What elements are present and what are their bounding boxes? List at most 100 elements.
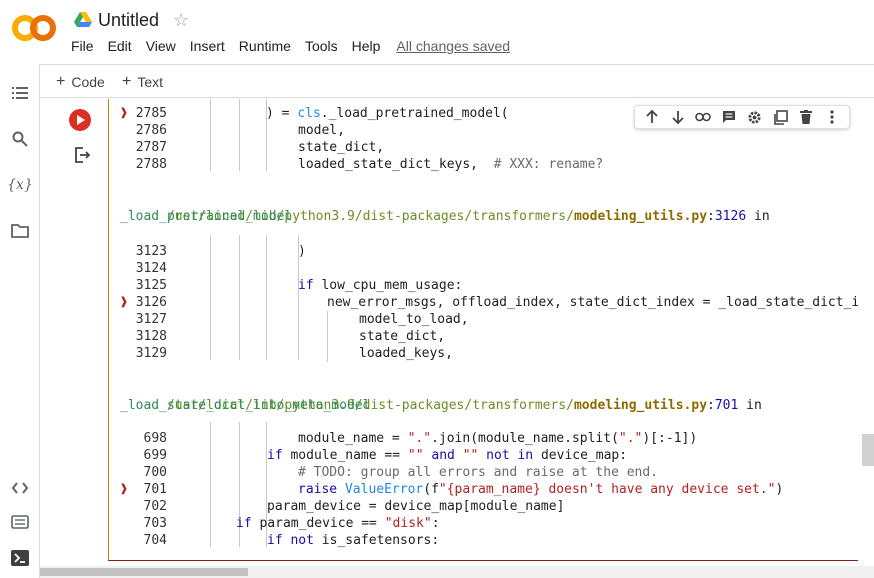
line-number: 2788 (135, 157, 167, 172)
notebook-cell-area: /usr/local/lib/python3.9/dist-packages/t… (40, 99, 874, 569)
link-icon[interactable] (694, 108, 712, 126)
cell-toolbar (634, 105, 850, 129)
line-number: 3125 (135, 278, 167, 293)
code-text: if param_device == "disk": (236, 516, 440, 531)
plus-icon: + (122, 73, 132, 90)
vertical-scrollbar-thumb[interactable] (862, 434, 874, 466)
traceback-code-line: 3125 if low_cpu_mem_usage: (109, 277, 858, 294)
menu-file[interactable]: File (71, 38, 94, 54)
trace-in: in (738, 398, 762, 413)
code-text: new_error_msgs, offload_index, state_dic… (327, 295, 858, 310)
move-down-icon[interactable] (669, 108, 687, 126)
line-number: 2787 (135, 140, 167, 155)
code-text: if module_name == "" and "" not in devic… (267, 448, 628, 463)
add-code-label: Code (71, 74, 105, 90)
traceback-code-line: 704 if not is_safetensors: (109, 532, 858, 549)
trace-func-1: _load_pretrained_model (120, 209, 293, 224)
traceback-code-line: 3127 model_to_load, (109, 311, 858, 328)
menu-insert[interactable]: Insert (190, 38, 225, 54)
code-text: raise ValueError(f"{param_name} doesn't … (298, 482, 784, 497)
line-number: 701 (143, 482, 167, 497)
search-icon[interactable] (10, 129, 30, 149)
traceback-code-line: 700 # TODO: group all errors and raise at… (109, 464, 858, 481)
line-number: 3129 (135, 346, 167, 361)
trace-location-1: /usr/local/lib/python3.9/dist-packages/t… (166, 209, 770, 224)
line-number: 704 (143, 533, 167, 548)
command-palette-icon[interactable] (10, 512, 30, 532)
code-text: model, (298, 123, 345, 138)
menu-edit[interactable]: Edit (108, 38, 132, 54)
variables-icon[interactable]: {x} (7, 175, 33, 195)
code-text: module_name = ".".join(module_name.split… (298, 431, 698, 446)
menu-tools[interactable]: Tools (305, 38, 338, 54)
menu-bar: File Edit View Insert Runtime Tools Help… (71, 38, 510, 54)
code-text: state_dict, (359, 329, 446, 344)
current-line-marker-icon: ❱ (120, 482, 128, 497)
traceback-code-line: 2787 state_dict, (109, 139, 858, 156)
notebook-toolbar: + Code + Text (40, 64, 874, 98)
line-number: 3128 (135, 329, 167, 344)
traceback-current-line: ❱ 701 raise ValueError(f"{param_name} does… (109, 481, 858, 498)
traceback-code-line: 3129 loaded_keys, (109, 345, 858, 362)
move-up-icon[interactable] (643, 108, 661, 126)
traceback-code-line: 698 module_name = ".".join(module_name.sp… (109, 430, 858, 447)
add-code-button[interactable]: + Code (56, 73, 105, 91)
trace-file: modeling_utils.py (573, 209, 708, 224)
current-line-marker-icon: ❱ (120, 295, 128, 310)
trace-func-2: _load_state_dict_into_meta_model (120, 398, 371, 413)
line-number: 703 (143, 516, 167, 531)
menu-runtime[interactable]: Runtime (239, 38, 291, 54)
traceback-code-line: 3123) (109, 243, 858, 260)
line-number: 3124 (135, 261, 167, 276)
code-text: loaded_keys, (359, 346, 453, 361)
trace-file: modeling_utils.py (573, 398, 708, 413)
drive-icon (74, 12, 92, 27)
code-text: # TODO: group all errors and raise at th… (298, 465, 659, 480)
plus-icon: + (56, 73, 66, 90)
settings-icon[interactable] (746, 108, 764, 126)
add-text-button[interactable]: + Text (122, 73, 163, 91)
horizontal-scrollbar-thumb[interactable] (40, 568, 248, 576)
header: Untitled ☆ File Edit View Insert Runtime… (0, 0, 874, 64)
trace-lineno: 3126 (714, 209, 747, 224)
line-number: 698 (143, 431, 167, 446)
left-rail: {x} (0, 64, 40, 578)
line-number: 3127 (135, 312, 167, 327)
line-number: 3123 (135, 244, 167, 259)
code-text: if not is_safetensors: (267, 533, 440, 548)
traceback-code-line: 3128 state_dict, (109, 328, 858, 345)
document-title[interactable]: Untitled (98, 10, 159, 31)
traceback-code-line: 699 if module_name == "" and "" not in de… (109, 447, 858, 464)
code-text: ) (298, 244, 306, 259)
menu-view[interactable]: View (146, 38, 176, 54)
save-status-link[interactable]: All changes saved (396, 38, 510, 54)
mirror-cell-icon[interactable] (772, 108, 790, 126)
line-number: 3126 (135, 295, 167, 310)
current-line-marker-icon: ❱ (120, 106, 128, 121)
colab-logo[interactable] (12, 13, 56, 43)
code-text: if low_cpu_mem_usage: (298, 278, 463, 293)
clear-output-icon[interactable] (73, 146, 91, 164)
menu-help[interactable]: Help (352, 38, 381, 54)
comment-icon[interactable] (720, 108, 738, 126)
more-icon[interactable] (823, 108, 841, 126)
trace-in: in (746, 209, 770, 224)
code-text: state_dict, (298, 140, 385, 155)
toc-icon[interactable] (10, 83, 30, 103)
star-icon[interactable]: ☆ (173, 10, 189, 31)
traceback-code-line: 3124 (109, 260, 858, 277)
folder-icon[interactable] (10, 221, 30, 241)
code-snippets-icon[interactable] (10, 478, 30, 498)
horizontal-scrollbar[interactable] (40, 566, 874, 578)
trace-location-2: /usr/local/lib/python3.9/dist-packages/t… (166, 398, 762, 413)
code-text: model_to_load, (359, 312, 469, 327)
code-text: param_device = device_map[module_name] (267, 499, 565, 514)
line-number: 699 (143, 448, 167, 463)
line-number: 700 (143, 465, 167, 480)
line-number: 2786 (135, 123, 167, 138)
code-text: loaded_state_dict_keys, # XXX: rename? (298, 157, 604, 172)
line-number: 2785 (135, 106, 167, 121)
run-cell-button[interactable] (69, 109, 91, 131)
delete-icon[interactable] (797, 108, 815, 126)
terminal-icon[interactable] (10, 548, 30, 568)
